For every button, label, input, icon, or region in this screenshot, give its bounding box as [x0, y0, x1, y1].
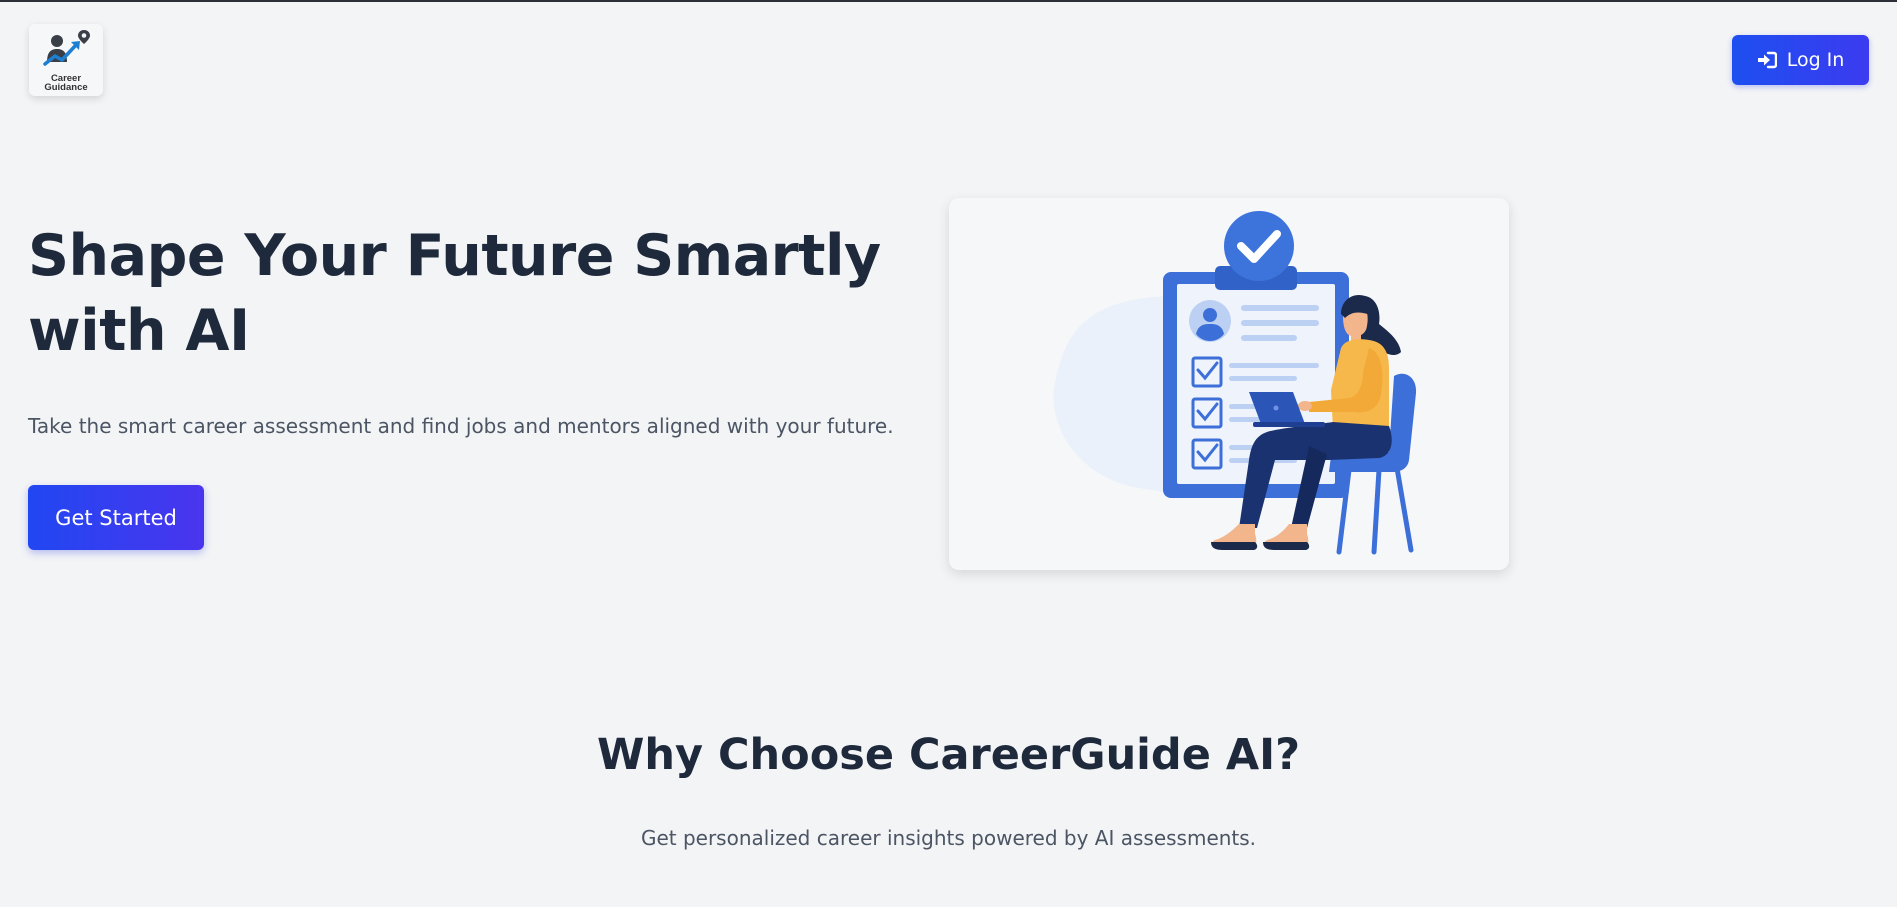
- top-border: [0, 0, 1897, 2]
- career-guidance-logo-icon: [43, 30, 90, 66]
- sign-in-icon: [1757, 51, 1777, 69]
- career-guidance-logo[interactable]: Career Guidance: [29, 24, 103, 96]
- hero-subtitle: Take the smart career assessment and fin…: [28, 414, 894, 438]
- login-label: Log In: [1786, 49, 1845, 71]
- logo-text: Career Guidance: [44, 74, 88, 93]
- checklist-woman-laptop-illustration: [1053, 211, 1417, 555]
- login-button[interactable]: Log In: [1732, 35, 1869, 85]
- hero-title: Shape Your Future Smartly with AI: [28, 223, 881, 364]
- why-choose-subtitle: Get personalized career insights powered…: [640, 826, 1257, 850]
- why-choose-title: Why Choose CareerGuide AI?: [596, 730, 1301, 780]
- hero-illustration-card: [949, 198, 1509, 570]
- logo-text-line2: Guidance: [44, 82, 88, 93]
- get-started-button[interactable]: Get Started: [28, 485, 204, 550]
